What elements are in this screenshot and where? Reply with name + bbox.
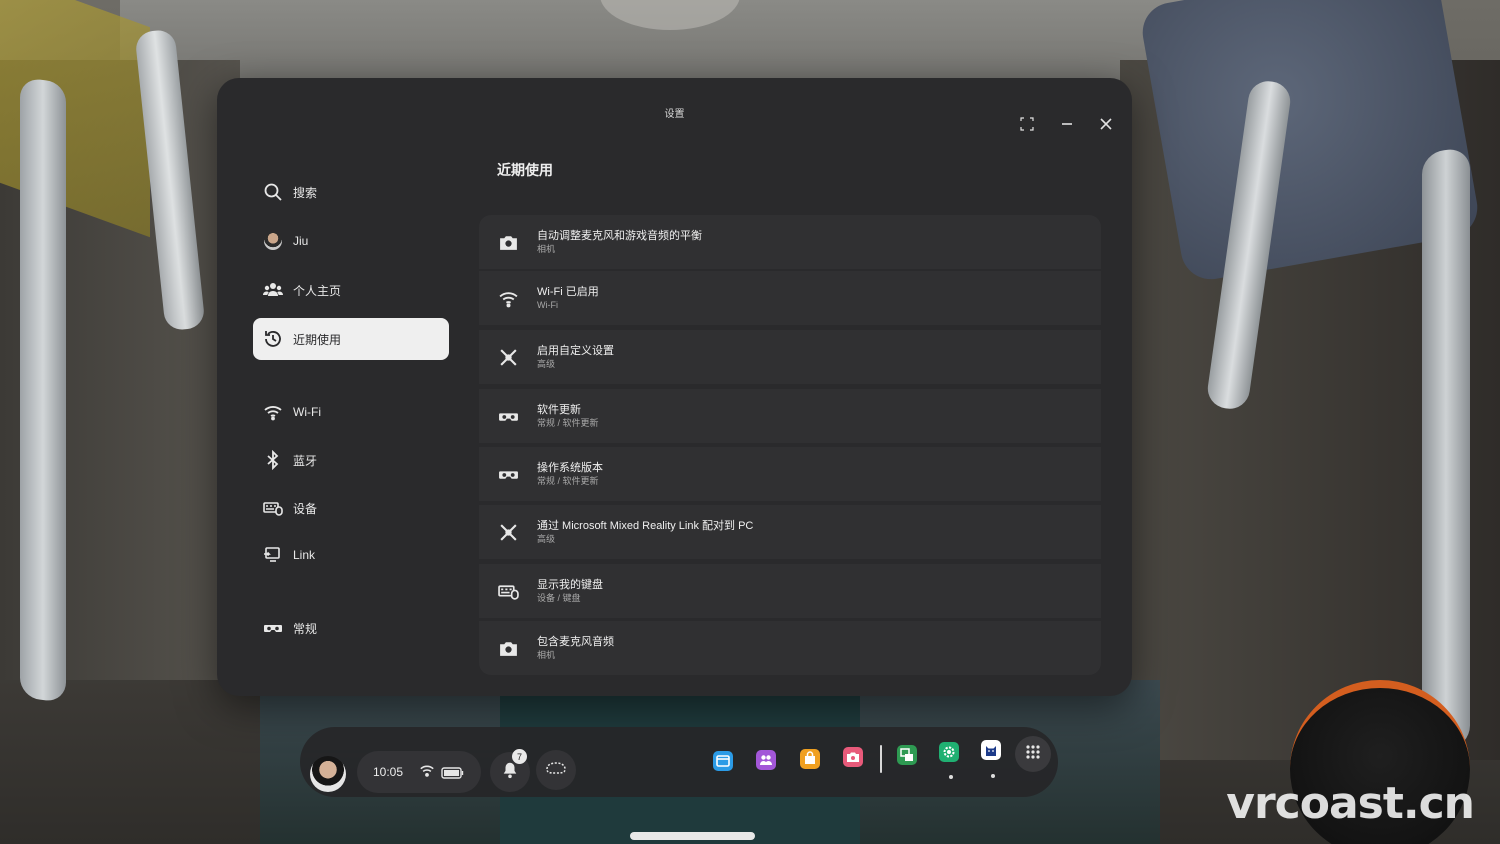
cat-icon (981, 739, 1001, 765)
item-title: 自动调整麦克风和游戏音频的平衡 (537, 230, 702, 242)
taskbar: 10:05 7 (300, 727, 1058, 797)
sidebar-item-label: Link (293, 548, 316, 562)
sidebar-item-user[interactable]: Jiu (253, 220, 449, 262)
link-icon (253, 545, 293, 565)
item-title: 软件更新 (537, 404, 581, 416)
gear-icon (939, 741, 959, 767)
boundary-button[interactable] (536, 750, 576, 790)
sidebar-item-profile[interactable]: 个人主页 (253, 269, 449, 311)
sidebar-item-link[interactable]: Link (253, 534, 449, 576)
close-icon[interactable] (1098, 116, 1114, 132)
wifi-icon (253, 402, 293, 422)
watermark: vrcoast.cn (1226, 778, 1475, 829)
search-icon (253, 182, 293, 202)
grid-icon (1025, 744, 1041, 765)
headset-icon (479, 406, 537, 427)
browser-app-button[interactable] (706, 746, 740, 780)
camera-icon (843, 746, 863, 772)
item-subtitle: Wi-Fi (537, 300, 558, 310)
sidebar-item-label: 近期使用 (293, 332, 342, 347)
app-library-button[interactable] (1015, 736, 1051, 772)
sidebar-item-label: Wi-Fi (293, 405, 321, 419)
clock: 10:05 (373, 765, 404, 779)
store-icon (800, 748, 820, 774)
wifi-icon (479, 288, 537, 309)
list-item[interactable]: 自动调整麦克风和游戏音频的平衡 相机 (479, 215, 1101, 269)
taskbar-divider (880, 745, 882, 773)
bell-icon (501, 761, 519, 784)
item-title: Wi-Fi 已启用 (537, 286, 599, 298)
fullscreen-icon[interactable] (1019, 116, 1035, 132)
sidebar-item-label: 搜索 (293, 185, 318, 200)
item-subtitle: 高级 (537, 359, 556, 369)
sidebar-item-label: 设备 (293, 501, 318, 516)
files-app-button[interactable] (890, 740, 924, 774)
page-title: 近期使用 (497, 162, 553, 178)
sidebar-item-devices[interactable]: 设备 (253, 487, 449, 529)
sidebar-item-general[interactable]: 常规 (253, 607, 449, 649)
settings-window: 设置 搜索 Jiu 个人主页 近期使用 Wi-Fi 蓝牙 设备 Link 常规 … (217, 78, 1132, 696)
item-subtitle: 设备 / 键盘 (537, 593, 581, 603)
files-icon (897, 744, 917, 770)
history-icon (253, 329, 293, 349)
running-indicator (991, 774, 995, 778)
avatar (264, 232, 282, 250)
boundary-icon (545, 761, 567, 780)
sidebar-item-bluetooth[interactable]: 蓝牙 (253, 439, 449, 481)
list-item[interactable]: Wi-Fi 已启用 Wi-Fi (479, 271, 1101, 325)
settings-app-button[interactable] (932, 737, 966, 771)
browser-icon (713, 750, 733, 776)
list-item[interactable]: 包含麦克风音频 相机 (479, 621, 1101, 675)
people-icon (253, 280, 293, 300)
wifi-icon (419, 764, 435, 783)
sidebar-item-label: 个人主页 (293, 283, 342, 298)
camera-icon (479, 232, 537, 253)
sidebar-item-label: 蓝牙 (293, 453, 318, 468)
store-app-button[interactable] (793, 744, 827, 778)
item-title: 包含麦克风音频 (537, 636, 614, 648)
item-subtitle: 常规 / 软件更新 (537, 476, 599, 486)
item-subtitle: 相机 (537, 650, 556, 660)
running-indicator (949, 775, 953, 779)
devices-icon (253, 498, 293, 518)
list-item[interactable]: 操作系统版本 常规 / 软件更新 (479, 447, 1101, 501)
people-icon (756, 749, 776, 775)
item-title: 操作系统版本 (537, 462, 603, 474)
camera-app-button[interactable] (836, 742, 870, 776)
advanced-icon (479, 347, 537, 368)
avatar[interactable] (310, 756, 346, 792)
window-title: 设置 (664, 109, 685, 120)
item-subtitle: 常规 / 软件更新 (537, 418, 599, 428)
headset-icon (253, 618, 293, 638)
sidebar-item-recent[interactable]: 近期使用 (253, 318, 449, 360)
sidebar-item-label: 常规 (293, 621, 318, 636)
sidebar-item-label: Jiu (293, 234, 309, 248)
cat-app-button[interactable] (974, 735, 1008, 769)
camera-icon (479, 638, 537, 659)
quick-settings[interactable]: 10:05 (357, 751, 481, 793)
sidebar-item-search[interactable]: 搜索 (253, 171, 449, 213)
bluetooth-icon (253, 450, 293, 470)
people-app-button[interactable] (749, 745, 783, 779)
item-title: 通过 Microsoft Mixed Reality Link 配对到 PC (537, 520, 754, 532)
list-item[interactable]: 软件更新 常规 / 软件更新 (479, 389, 1101, 443)
list-item[interactable]: 通过 Microsoft Mixed Reality Link 配对到 PC 高… (479, 505, 1101, 559)
notification-badge: 7 (512, 749, 527, 764)
battery-icon (441, 766, 465, 784)
minimize-icon[interactable] (1059, 116, 1075, 132)
headset-icon (479, 464, 537, 485)
advanced-icon (479, 522, 537, 543)
devices-icon (479, 581, 537, 602)
item-subtitle: 相机 (537, 244, 556, 254)
item-subtitle: 高级 (537, 534, 556, 544)
item-title: 显示我的键盘 (537, 579, 603, 591)
item-title: 启用自定义设置 (537, 345, 614, 357)
sidebar-item-wifi[interactable]: Wi-Fi (253, 391, 449, 433)
list-item[interactable]: 启用自定义设置 高级 (479, 330, 1101, 384)
list-item[interactable]: 显示我的键盘 设备 / 键盘 (479, 564, 1101, 618)
